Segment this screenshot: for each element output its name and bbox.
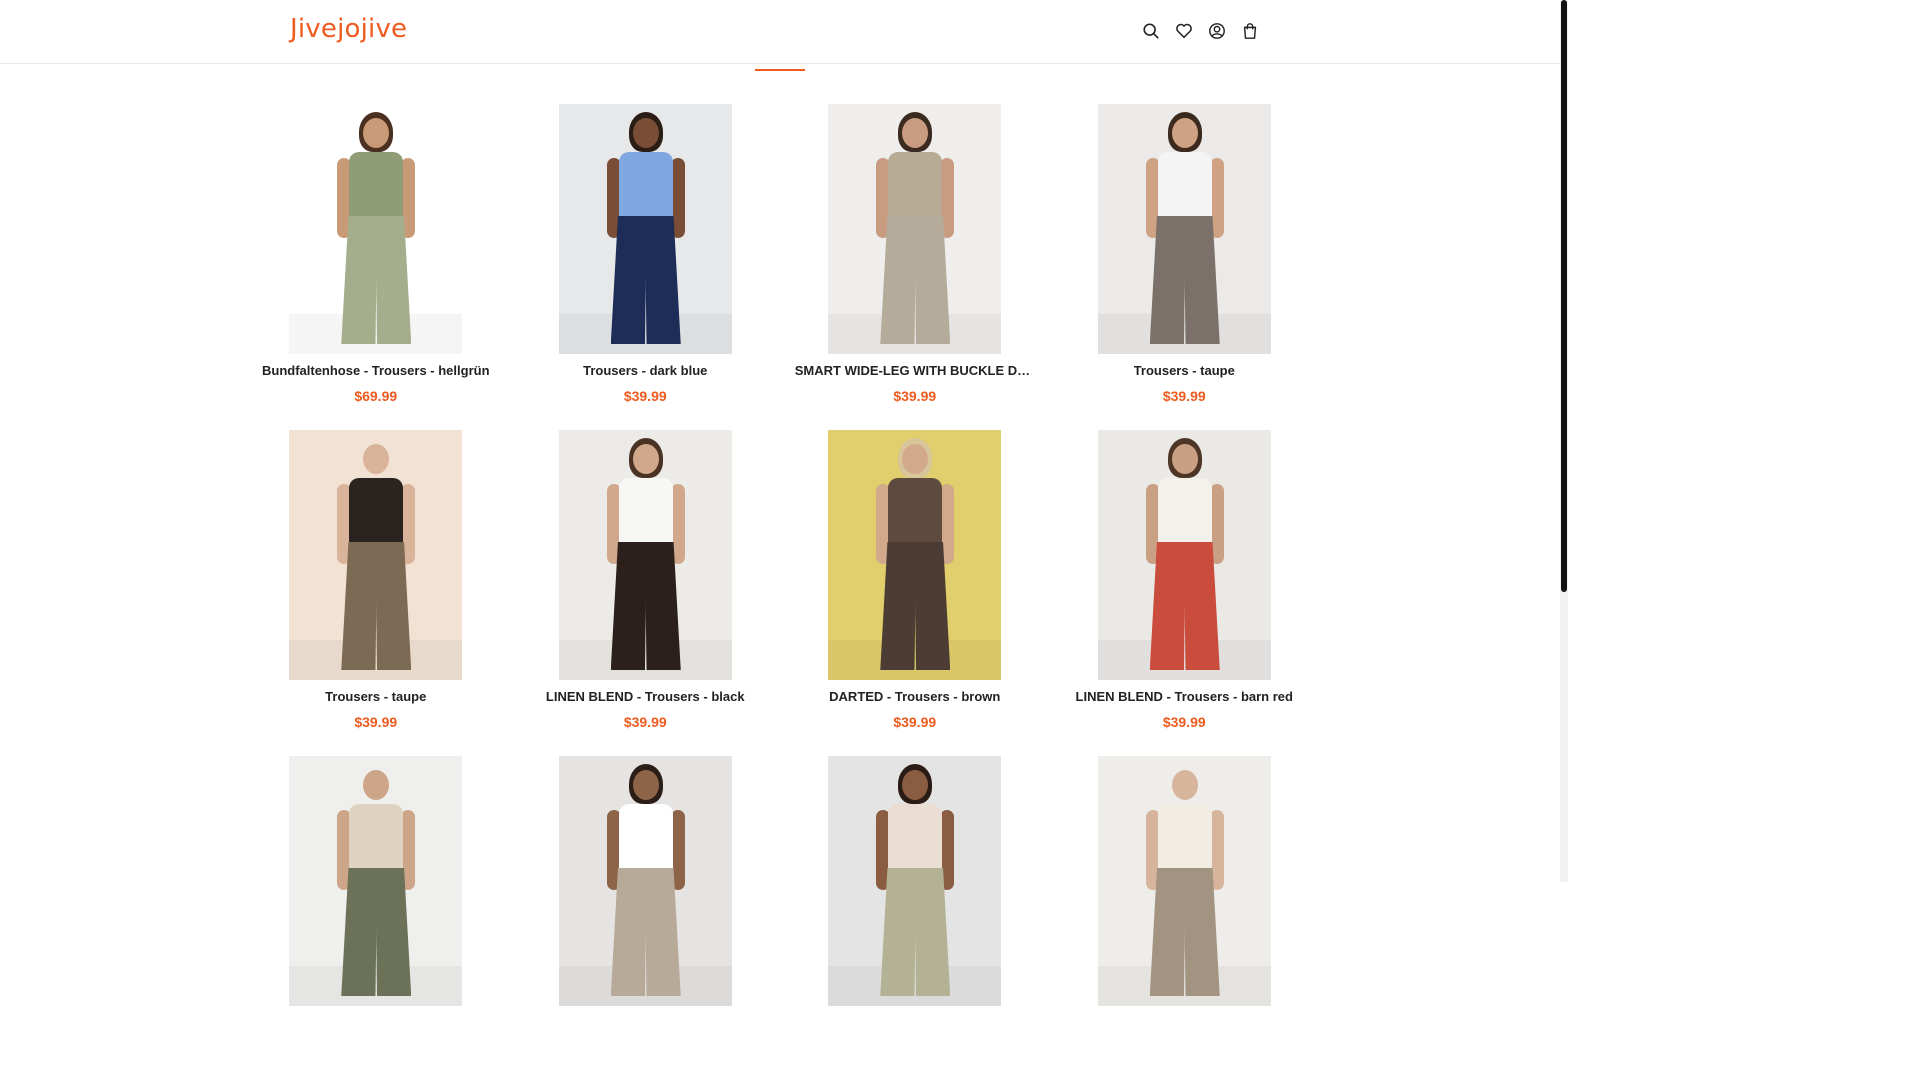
account-icon[interactable] xyxy=(1206,18,1228,44)
product-image[interactable] xyxy=(1097,430,1271,680)
product-title[interactable]: Trousers - dark blue xyxy=(583,363,707,379)
product-card[interactable] xyxy=(1050,756,1320,1006)
cart-icon[interactable] xyxy=(1239,18,1261,44)
product-card[interactable]: Bundfaltenhose - Trousers - hellgrün $69.… xyxy=(241,104,511,404)
figure-top xyxy=(618,804,673,874)
product-title[interactable]: Trousers - taupe xyxy=(325,689,426,705)
product-price: $39.99 xyxy=(623,388,667,404)
product-image[interactable] xyxy=(1097,104,1271,354)
product-card[interactable]: Trousers - taupe $39.99 xyxy=(241,430,511,730)
brand-logo[interactable]: Jivejojive xyxy=(290,14,407,44)
product-grid: Bundfaltenhose - Trousers - hellgrün $69.… xyxy=(241,104,1319,1006)
product-card[interactable]: SMART WIDE-LEG WITH BUCKLE DETAIL ... $39… xyxy=(780,104,1050,404)
product-price: $39.99 xyxy=(893,714,937,730)
figure-top xyxy=(349,478,404,548)
figure-head xyxy=(632,770,659,800)
product-image[interactable] xyxy=(558,104,732,354)
product-image[interactable] xyxy=(558,756,732,1006)
product-card[interactable] xyxy=(511,756,781,1006)
product-image[interactable] xyxy=(828,104,1002,354)
figure-head xyxy=(632,118,659,148)
product-image[interactable] xyxy=(1097,756,1271,1006)
figure-top xyxy=(1157,804,1212,874)
search-icon[interactable] xyxy=(1140,18,1162,44)
product-price: $39.99 xyxy=(893,388,937,404)
product-title[interactable]: DARTED - Trousers - brown xyxy=(829,689,1000,705)
site-header: Jivejojive xyxy=(0,0,1560,64)
product-image[interactable] xyxy=(289,104,463,354)
figure-top xyxy=(888,152,943,222)
product-title[interactable]: Trousers - taupe xyxy=(1134,363,1235,379)
product-image[interactable] xyxy=(828,430,1002,680)
product-card[interactable] xyxy=(780,756,1050,1006)
product-price: $39.99 xyxy=(354,714,398,730)
product-image[interactable] xyxy=(289,756,463,1006)
product-card[interactable]: DARTED - Trousers - brown $39.99 xyxy=(780,430,1050,730)
product-price: $69.99 xyxy=(354,388,398,404)
product-title[interactable]: Bundfaltenhose - Trousers - hellgrün xyxy=(262,363,490,379)
figure-head xyxy=(1171,444,1198,474)
figure-top xyxy=(618,152,673,222)
product-image[interactable] xyxy=(558,430,732,680)
product-title[interactable]: LINEN BLEND - Trousers - black xyxy=(546,689,745,705)
scrollbar-thumb[interactable] xyxy=(1561,0,1567,592)
figure-head xyxy=(632,444,659,474)
product-price: $39.99 xyxy=(1162,714,1206,730)
figure-head xyxy=(1171,770,1198,800)
product-card[interactable]: Trousers - dark blue $39.99 xyxy=(511,104,781,404)
header-actions xyxy=(1140,18,1261,44)
figure-top xyxy=(888,804,943,874)
product-card[interactable]: Trousers - taupe $39.99 xyxy=(1050,104,1320,404)
figure-top xyxy=(1157,478,1212,548)
product-price: $39.99 xyxy=(623,714,667,730)
figure-top xyxy=(618,478,673,548)
figure-top xyxy=(349,804,404,874)
figure-top xyxy=(349,152,404,222)
figure-head xyxy=(1171,118,1198,148)
nav-active-underline xyxy=(755,69,805,71)
heart-icon[interactable] xyxy=(1173,18,1195,44)
product-card[interactable] xyxy=(241,756,511,1006)
product-card[interactable]: LINEN BLEND - Trousers - barn red $39.99 xyxy=(1050,430,1320,730)
product-image[interactable] xyxy=(289,430,463,680)
product-title[interactable]: SMART WIDE-LEG WITH BUCKLE DETAIL ... xyxy=(795,363,1035,379)
product-price: $39.99 xyxy=(1162,388,1206,404)
figure-top xyxy=(1157,152,1212,222)
figure-top xyxy=(888,478,943,548)
product-card[interactable]: LINEN BLEND - Trousers - black $39.99 xyxy=(511,430,781,730)
product-image[interactable] xyxy=(828,756,1002,1006)
product-title[interactable]: LINEN BLEND - Trousers - barn red xyxy=(1076,689,1293,705)
